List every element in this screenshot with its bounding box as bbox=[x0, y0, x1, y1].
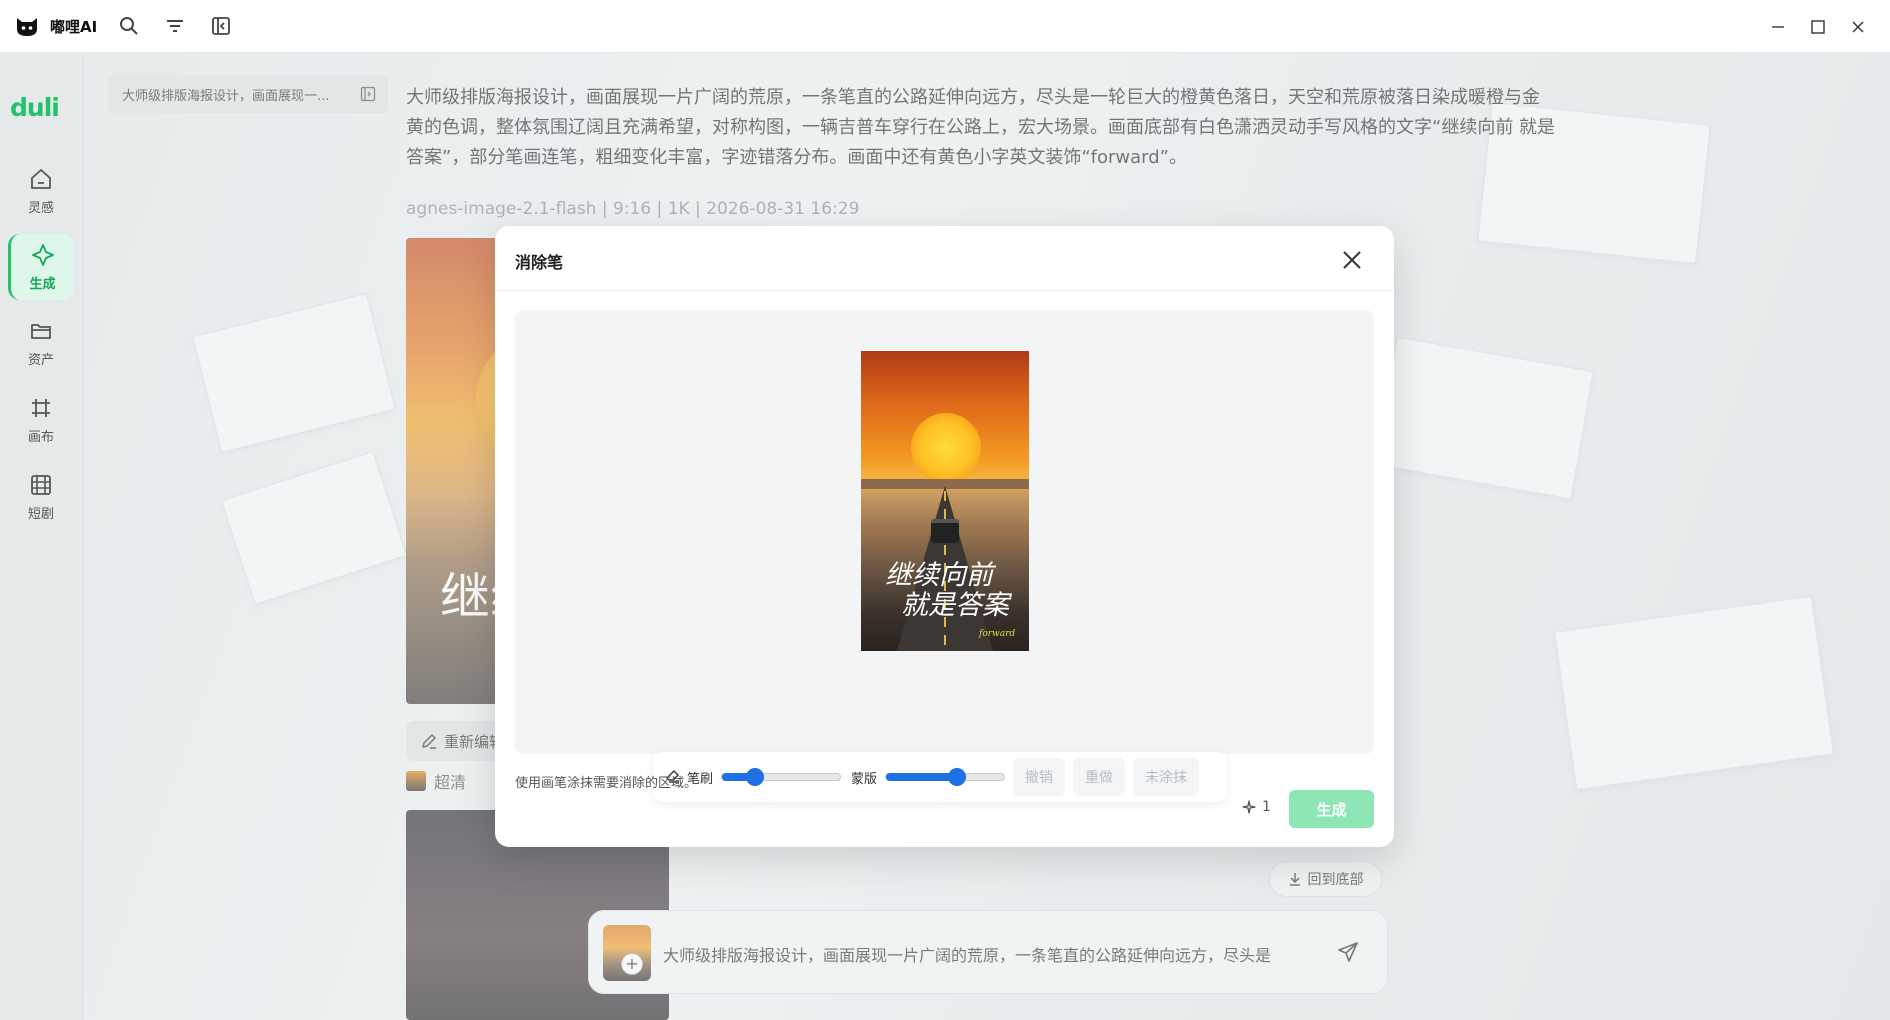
folder-icon bbox=[31, 323, 51, 339]
title-bar: 嘟哩AI bbox=[0, 0, 1890, 53]
sidebar: duli 灵感 生成 资产 画布 短剧 bbox=[0, 53, 84, 1020]
search-icon[interactable] bbox=[117, 14, 141, 38]
sidebar-item-label: 资产 bbox=[27, 352, 54, 368]
redo-button[interactable]: 重做 bbox=[1073, 758, 1126, 796]
sidebar-item-label: 灵感 bbox=[27, 200, 54, 216]
not-painted-button[interactable]: 未涂抹 bbox=[1133, 758, 1200, 796]
app-logo-icon bbox=[14, 13, 40, 39]
modal-divider bbox=[495, 290, 1394, 291]
eraser-toolbar: 笔刷 蒙版 撤销 重做 未涂抹 bbox=[653, 752, 1227, 802]
sun-shape bbox=[911, 413, 981, 483]
frame-icon bbox=[32, 398, 50, 417]
brush-slider-handle[interactable] bbox=[746, 768, 765, 786]
eraser-modal: 消除笔 继续向前 就是答案 forward 笔刷 蒙版 撤销 重做 未涂抹 使用… bbox=[495, 226, 1394, 847]
window-controls bbox=[1758, 0, 1890, 53]
jeep-shape bbox=[931, 519, 959, 543]
sidebar-item-generate[interactable]: 生成 bbox=[8, 234, 74, 300]
close-window-icon[interactable] bbox=[1838, 7, 1878, 47]
filter-icon[interactable] bbox=[163, 14, 187, 38]
generate-button[interactable]: 生成 bbox=[1289, 790, 1374, 828]
sidebar-item-canvas[interactable]: 画布 bbox=[8, 387, 74, 453]
app-title: 嘟哩AI bbox=[50, 17, 98, 36]
diamond-sparkle-icon bbox=[31, 243, 54, 266]
sidebar-item-inspiration[interactable]: 灵感 bbox=[8, 158, 74, 224]
brand-logo: duli bbox=[10, 93, 60, 122]
sidebar-item-assets[interactable]: 资产 bbox=[8, 310, 74, 376]
credit-cost: 1 bbox=[1242, 799, 1271, 815]
maximize-icon[interactable] bbox=[1798, 7, 1838, 47]
editable-image[interactable]: 继续向前 就是答案 forward bbox=[861, 351, 1029, 651]
close-icon[interactable] bbox=[1338, 246, 1366, 274]
eraser-hint: 使用画笔涂抹需要消除的区域。 bbox=[515, 776, 698, 791]
mask-slider-handle[interactable] bbox=[947, 768, 966, 786]
image-english-text: forward bbox=[979, 629, 1016, 639]
image-calligraphy-line1: 继续向前 bbox=[885, 560, 993, 591]
film-icon bbox=[31, 474, 51, 495]
sparkle-credit-icon bbox=[1242, 800, 1256, 814]
collapse-sidebar-icon[interactable] bbox=[209, 14, 233, 38]
sidebar-item-label: 短剧 bbox=[27, 506, 54, 522]
home-icon bbox=[31, 168, 51, 189]
mask-opacity-slider[interactable] bbox=[885, 768, 1006, 786]
sidebar-item-label: 生成 bbox=[29, 276, 56, 292]
image-calligraphy-line2: 就是答案 bbox=[901, 590, 1009, 621]
credit-count: 1 bbox=[1262, 799, 1271, 815]
minimize-icon[interactable] bbox=[1758, 7, 1798, 47]
modal-title: 消除笔 bbox=[515, 253, 564, 272]
mask-slider-fill bbox=[886, 773, 957, 781]
sidebar-item-short-drama[interactable]: 短剧 bbox=[8, 464, 74, 530]
brush-size-slider[interactable] bbox=[721, 768, 842, 786]
undo-button[interactable]: 撤销 bbox=[1013, 758, 1066, 796]
eraser-canvas-area[interactable]: 继续向前 就是答案 forward 笔刷 蒙版 撤销 重做 未涂抹 bbox=[515, 310, 1374, 802]
sidebar-item-label: 画布 bbox=[27, 429, 54, 445]
mask-label: 蒙版 bbox=[851, 771, 878, 787]
